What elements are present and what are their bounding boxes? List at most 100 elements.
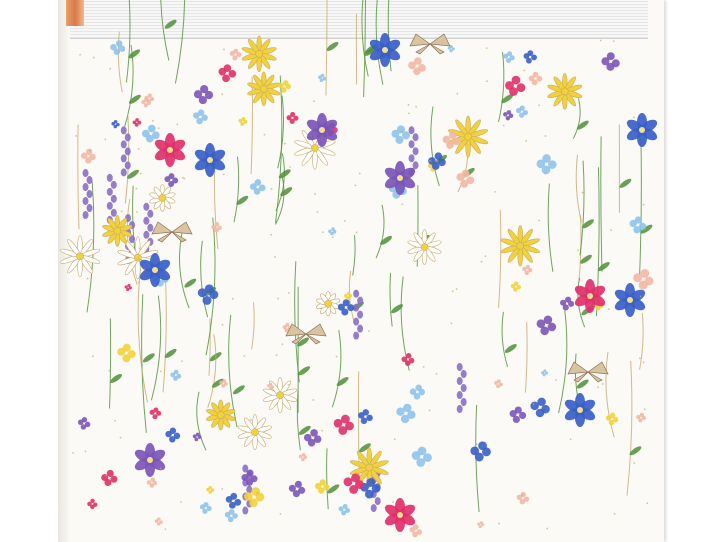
speckle-dot [450,322,453,325]
flower-stem [524,322,528,393]
speckle-dot [221,488,224,490]
speckle-dot [581,191,584,194]
speckle-dot [270,187,273,190]
blossom-petal [448,131,457,139]
lavender-bud [82,169,89,178]
lavender-bud [86,176,93,185]
blossom-petal [310,429,318,437]
daisy-center [324,299,332,308]
lavender-bud [124,147,131,156]
blossom-petal [221,383,225,388]
speckle-dot [138,247,141,250]
lavender-bud [106,201,113,210]
speckle-dot [222,173,225,176]
lavender-bud [82,183,89,192]
blossom-petal [254,179,262,186]
speckle-dot [494,190,496,193]
speckle-dot [544,135,547,137]
blossom-petal [169,436,176,443]
speckle-dot [221,323,224,326]
flower-stem [498,52,505,123]
flower-stem [639,138,642,275]
blossom-petal [346,291,351,296]
daisy-center [311,144,319,152]
speckle-dot [137,258,140,260]
flower-stem [626,360,633,496]
speckle-dot [151,119,154,122]
speckle-dot [287,383,290,386]
lavender-bud [86,204,93,213]
accent-flower-center [639,127,645,133]
speckle-dot [538,104,540,107]
blossom-petal [527,50,534,57]
daisy-center [251,428,259,436]
blossom-petal [319,479,326,486]
leaf [142,353,155,363]
blossom-petal [340,414,350,424]
blossom-petal [511,75,521,85]
speckle-dot [123,49,125,52]
speckle-dot [89,149,92,152]
speckle-dot [256,492,259,495]
blossom-petal [343,293,348,298]
speckle-dot [263,133,266,136]
speckle-dot [270,233,273,236]
blossom-petal [537,397,546,407]
speckle-dot [486,80,488,83]
blossom-petal [362,409,370,416]
speckle-dot [355,231,358,234]
speckle-dot [120,210,123,213]
blossom-petal [143,103,148,108]
lavender-bud [242,506,249,515]
speckle-dot [309,150,312,153]
daisy-center [134,253,142,262]
speckle-dot [358,172,361,175]
speckle-dot [643,408,646,411]
blossom-petal [147,93,152,98]
daisy-center [464,132,472,141]
leaf [619,178,632,188]
speckle-dot [521,494,524,497]
flower-stem [179,233,190,309]
blossom-petal [169,427,177,434]
blossom-petal [519,105,525,111]
speckle-dot [577,249,579,252]
speckle-dot [274,256,276,258]
blossom-petal [414,57,422,65]
speckle-dot [104,138,107,141]
speckle-dot [316,211,319,213]
speckle-dot [354,184,357,187]
flower-stem [296,390,301,451]
accent-flower-center [382,47,388,53]
lavender-bud [120,126,127,135]
blossom-petal [413,67,421,76]
blossom-petal [290,111,296,118]
speckle-dot [331,236,334,239]
blossom-petal [281,87,287,93]
blossom-petal [513,281,519,286]
speckle-dot [84,450,87,453]
lavender-bud [110,194,117,203]
speckle-dot [86,277,89,280]
lavender-bud [412,133,419,142]
blossom-petal [460,179,469,188]
daisy-center [516,242,525,250]
speckle-dot [415,105,417,108]
flower-stem [501,311,509,367]
blossom-petal [516,83,526,92]
lavender-bud [374,497,381,506]
blossom-petal [543,369,547,373]
blossom-petal [208,490,212,494]
blossom-petal [90,498,95,504]
lavender-bud [456,363,463,372]
blossom-petal [638,280,648,290]
speckle-dot [335,355,338,358]
speckle-dot [277,297,279,300]
blossom-petal [232,55,238,61]
speckle-dot [392,501,394,504]
daisy-center [76,252,84,261]
blossom-petal [320,73,325,78]
blossom-petal [366,414,373,422]
blossom-petal [204,284,214,294]
lavender-bud [147,209,154,218]
